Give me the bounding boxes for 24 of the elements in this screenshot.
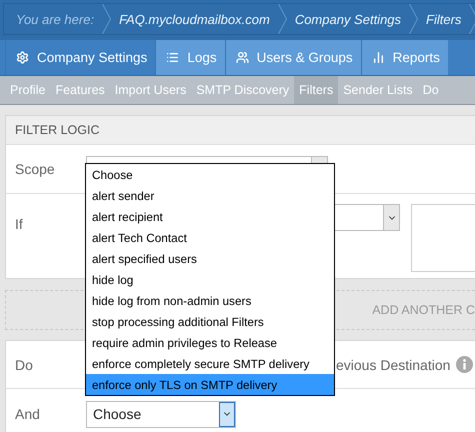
nav-tab[interactable]: Reports [360,40,448,75]
users-icon [236,51,249,64]
value-field[interactable] [411,204,475,272]
and-label: And [14,406,41,422]
panel-title: FILTER LOGIC [6,116,475,145]
destination-text: evious Destination [336,356,450,372]
chevron-icon [102,4,112,34]
nav-tab[interactable]: Logs [155,40,225,75]
scope-label: Scope [14,161,56,177]
and-select[interactable]: Choose [86,400,236,428]
if-label: If [14,216,24,232]
chevron-icon [409,4,418,34]
breadcrumb-item: You are here: [16,12,94,26]
breadcrumb-item[interactable]: Company Settings [294,12,402,26]
breadcrumb-item[interactable]: Filters [426,12,462,26]
chart-icon [372,51,385,64]
breadcrumb-item[interactable]: FAQ.mycloudmailbox.com [119,12,270,26]
nav-tab[interactable]: Users & Groups [224,40,361,75]
nav-tab[interactable]: Company Settings [5,40,156,75]
do-label: Do [14,356,34,372]
gear-icon [16,51,29,64]
list-icon [166,51,180,64]
chevron-icon [278,4,287,34]
dropdown-option[interactable]: enforce only TLS on SMTP delivery [86,374,334,395]
